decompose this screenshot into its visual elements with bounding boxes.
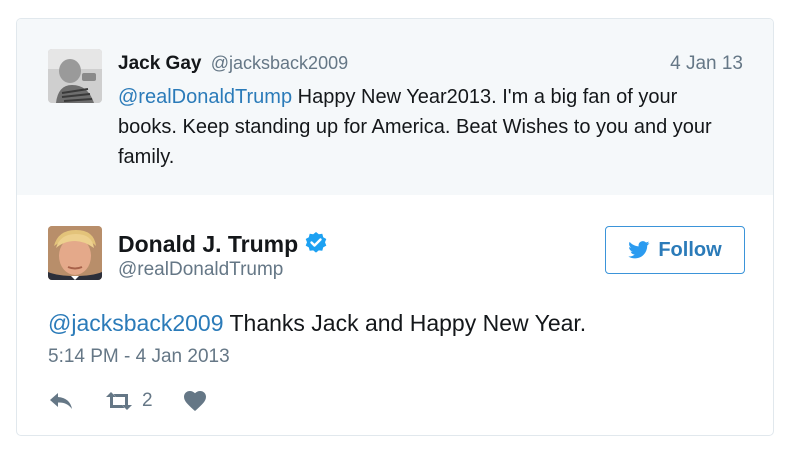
tweet-body: Thanks Jack and Happy New Year. <box>223 310 587 336</box>
tweet-timestamp[interactable]: 5:14 PM - 4 Jan 2013 <box>48 346 230 368</box>
parent-author-handle[interactable]: @jacksback2009 <box>211 53 348 73</box>
tweet-card: Jack Gay @jacksback2009 4 Jan 13 @realDo… <box>16 18 774 436</box>
verified-badge-icon <box>305 232 327 253</box>
parent-avatar[interactable] <box>48 49 102 103</box>
tweet-text: @jacksback2009 Thanks Jack and Happy New… <box>48 308 586 338</box>
parent-tweet-text: @realDonaldTrump Happy New Year2013. I'm… <box>118 82 738 172</box>
tweet-mention-link[interactable]: @jacksback2009 <box>48 310 224 336</box>
parent-author[interactable]: Jack Gay @jacksback2009 <box>118 51 348 76</box>
author-handle[interactable]: @realDonaldTrump <box>118 259 283 281</box>
author-name-text[interactable]: Donald J. Trump <box>118 231 298 257</box>
reply-button[interactable] <box>48 391 74 411</box>
retweet-button[interactable]: 2 <box>104 390 153 412</box>
author-avatar[interactable] <box>48 226 102 280</box>
heart-icon <box>183 391 206 411</box>
author-name[interactable]: Donald J. Trump <box>118 230 328 258</box>
parent-mention-link[interactable]: @realDonaldTrump <box>118 86 292 108</box>
parent-tweet[interactable]: Jack Gay @jacksback2009 4 Jan 13 @realDo… <box>17 19 773 195</box>
reply-icon <box>50 393 72 409</box>
tweet-actions: 2 <box>48 387 207 415</box>
retweet-icon <box>106 392 132 410</box>
parent-tweet-date[interactable]: 4 Jan 13 <box>670 53 743 75</box>
like-button[interactable] <box>183 390 207 412</box>
parent-author-name[interactable]: Jack Gay <box>118 53 201 74</box>
follow-button-label: Follow <box>658 238 722 261</box>
retweet-count: 2 <box>142 390 153 411</box>
twitter-bird-icon <box>628 241 650 259</box>
follow-button[interactable]: Follow <box>605 226 745 274</box>
